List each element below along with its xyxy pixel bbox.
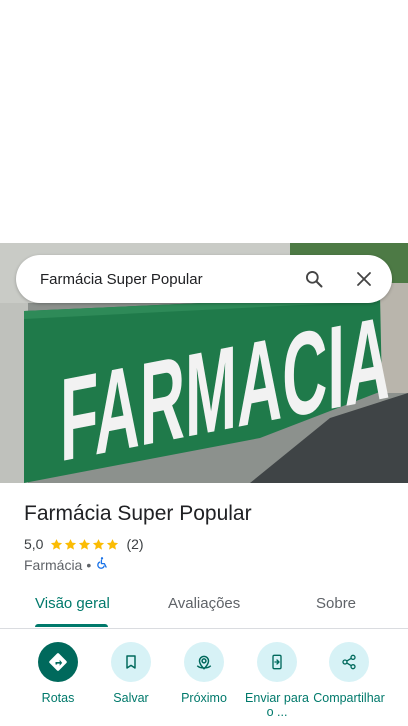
search-icon[interactable] <box>302 267 326 291</box>
review-count: (2) <box>126 536 144 552</box>
star-icon <box>93 538 105 550</box>
send-to-phone-icon[interactable] <box>257 642 297 682</box>
share-button[interactable]: Compartilhar <box>312 642 386 705</box>
directions-button[interactable]: Rotas <box>21 642 95 705</box>
place-title: Farmácia Super Popular <box>24 502 252 525</box>
search-input[interactable]: Farmácia Super Popular <box>40 271 302 288</box>
separator-dot: • <box>86 556 92 573</box>
bookmark-icon[interactable] <box>111 642 151 682</box>
rating-row[interactable]: 5,0 (2) <box>24 536 144 552</box>
tab-reviews[interactable]: Avaliações <box>168 595 240 612</box>
directions-icon[interactable] <box>38 642 78 682</box>
save-button[interactable]: Salvar <box>94 642 168 705</box>
tab-about[interactable]: Sobre <box>316 595 356 612</box>
rating-value: 5,0 <box>24 536 44 552</box>
search-bar[interactable]: Farmácia Super Popular <box>16 255 392 303</box>
star-icon <box>51 538 63 550</box>
category-row: Farmácia • <box>24 556 109 573</box>
tab-bar: Visão geral Avaliações Sobre <box>0 582 408 629</box>
active-tab-indicator <box>35 624 108 627</box>
nearby-label: Próximo <box>181 691 227 705</box>
directions-label: Rotas <box>41 691 75 705</box>
star-icon <box>65 538 77 550</box>
star-rating <box>50 538 120 551</box>
send-to-phone-label: Enviar para o ... <box>245 691 309 719</box>
send-to-phone-button[interactable]: Enviar para o ... <box>240 642 314 719</box>
tab-overview[interactable]: Visão geral <box>35 595 110 612</box>
map-area-blank <box>0 0 408 243</box>
nearby-icon[interactable] <box>184 642 224 682</box>
share-label: Compartilhar <box>313 691 385 705</box>
star-icon <box>79 538 91 550</box>
nearby-button[interactable]: Próximo <box>167 642 241 705</box>
wheelchair-accessible-icon <box>95 556 109 573</box>
action-bar: Rotas Salvar Próximo Enviar para o ... C… <box>0 640 408 726</box>
save-label: Salvar <box>113 691 149 705</box>
share-icon[interactable] <box>329 642 369 682</box>
star-icon <box>107 538 119 550</box>
place-category: Farmácia <box>24 556 83 573</box>
close-icon[interactable] <box>352 267 376 291</box>
